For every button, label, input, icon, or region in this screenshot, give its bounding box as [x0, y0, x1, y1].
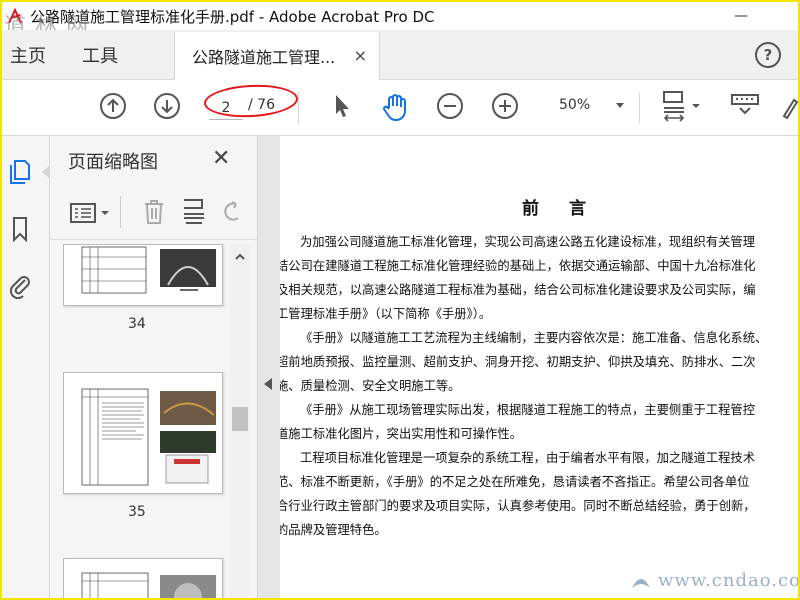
- menu-bar: 主页 工具: [2, 30, 798, 80]
- thumbnail-list[interactable]: 34 35: [50, 244, 258, 598]
- text-line: 范、标准不断更新，《手册》的不足之处在所难免，恳请读者不吝指正。希望公司各单位: [280, 475, 750, 489]
- text-line: 工程项目标准化管理是一项复杂的系统工程，由于编者水平有限，加之隧道工程技术: [300, 451, 755, 465]
- text-line: 合行业行政主管部门的要求及项目实际，认真参考使用。同时不断总结经验，勇于创新，: [280, 499, 756, 513]
- rail-pointer: [42, 166, 49, 178]
- title-bar: 公路隧道施工管理标准化手册.pdf - Adobe Acrobat Pro DC…: [2, 2, 798, 30]
- toolbar-separator: [298, 92, 299, 124]
- page-heading: 前 言: [522, 199, 598, 219]
- window-title: 公路隧道施工管理标准化手册.pdf - Adobe Acrobat Pro DC: [30, 7, 435, 26]
- text-line: 结公司在建隧道工程施工标准化管理经验的基础上，依据交通运输部、中国十九冶标准化: [280, 259, 756, 273]
- panel-close-icon[interactable]: ✕: [212, 146, 230, 171]
- page-thumbnail[interactable]: [63, 372, 223, 494]
- page-thumbnails-icon[interactable]: [8, 158, 32, 184]
- zoom-in-icon[interactable]: [491, 92, 519, 124]
- minimize-button[interactable]: —: [718, 2, 764, 30]
- select-cursor-icon[interactable]: [330, 92, 354, 124]
- extract-page-icon[interactable]: [182, 198, 208, 230]
- text-line: 超前地质预报、监控量测、超前支护、洞身开挖、初期支护、仰拱及填充、防排水、二次: [280, 355, 756, 369]
- panel-separator: [120, 196, 121, 228]
- keyboard-tool-icon[interactable]: [730, 92, 760, 124]
- scroll-up-icon[interactable]: [230, 248, 250, 266]
- text-line: 为加强公司隧道施工标准化管理，实现公司高速公路五化建设标准，现组织有关管理: [300, 235, 755, 249]
- zoom-dropdown-icon[interactable]: [616, 103, 624, 108]
- attachments-icon[interactable]: [8, 272, 32, 300]
- toolbar-separator: [639, 92, 640, 124]
- previous-page-icon[interactable]: [99, 92, 127, 124]
- tab-close-icon[interactable]: ×: [354, 46, 367, 65]
- document-view[interactable]: 前 言 为加强公司隧道施工标准化管理，实现公司高速公路五化建设标准，现组织有关管…: [258, 136, 798, 598]
- edit-pencil-icon[interactable]: [782, 94, 798, 124]
- panel-toolbar: [50, 186, 258, 240]
- zoom-out-icon[interactable]: [436, 92, 464, 124]
- scrollbar-thumb[interactable]: [232, 407, 248, 431]
- nav-tools[interactable]: 工具: [82, 42, 118, 68]
- text-line: 施、质量检测、安全文明施工等。: [280, 379, 461, 393]
- zoom-level-select[interactable]: 50%: [559, 97, 590, 113]
- watermark-logo-icon: [632, 579, 650, 588]
- thumbnail-page-number: 34: [128, 316, 146, 332]
- text-line: 《手册》以隧道施工工艺流程为主线编制，主要内容依次是：施工准备、信息化系统、: [300, 331, 768, 345]
- next-page-icon[interactable]: [153, 92, 181, 124]
- watermark-text: www.cndao.com: [658, 570, 800, 591]
- text-line: 的品牌及管理特色。: [280, 523, 387, 537]
- text-line: 《手册》从施工现场管理实际出发，根据隧道工程施工的特点，主要侧重于工程管控: [300, 403, 755, 417]
- document-tab-label: 公路隧道施工管理...: [192, 48, 336, 67]
- thumbnail-panel: 页面缩略图 ✕ 34 35: [50, 136, 258, 598]
- collapse-panel-icon[interactable]: [264, 378, 272, 390]
- text-line: 道施工标准化图片，突出实用性和可操作性。: [280, 427, 522, 441]
- bookmarks-icon[interactable]: [8, 216, 32, 243]
- thumbnail-options-icon[interactable]: [70, 202, 116, 230]
- app-window: 公路隧道施工管理标准化手册.pdf - Adobe Acrobat Pro DC…: [0, 0, 800, 600]
- hand-tool-icon[interactable]: [380, 92, 410, 126]
- page-thumbnail[interactable]: [63, 558, 223, 598]
- thumbnail-page-number: 35: [128, 504, 146, 520]
- document-tab[interactable]: 公路隧道施工管理... ×: [174, 32, 380, 80]
- delete-page-icon[interactable]: [142, 198, 166, 230]
- help-button[interactable]: ?: [755, 42, 781, 68]
- rotate-page-icon[interactable]: [222, 200, 242, 228]
- text-line: 及相关规范，以高速公路隧道工程标准为基础，结合公司标准化建设要求及公司实际，编: [280, 283, 756, 297]
- fit-page-icon[interactable]: [660, 88, 704, 128]
- nav-home[interactable]: 主页: [10, 42, 46, 68]
- panel-title: 页面缩略图: [68, 152, 158, 173]
- text-line: 工管理标准手册》（以下简称《手册》）。: [280, 307, 492, 321]
- toolbar: [2, 80, 798, 136]
- navigation-rail: [2, 136, 50, 598]
- page-thumbnail[interactable]: [63, 244, 223, 306]
- pdf-page: 前 言 为加强公司隧道施工标准化管理，实现公司高速公路五化建设标准，现组织有关管…: [280, 136, 798, 598]
